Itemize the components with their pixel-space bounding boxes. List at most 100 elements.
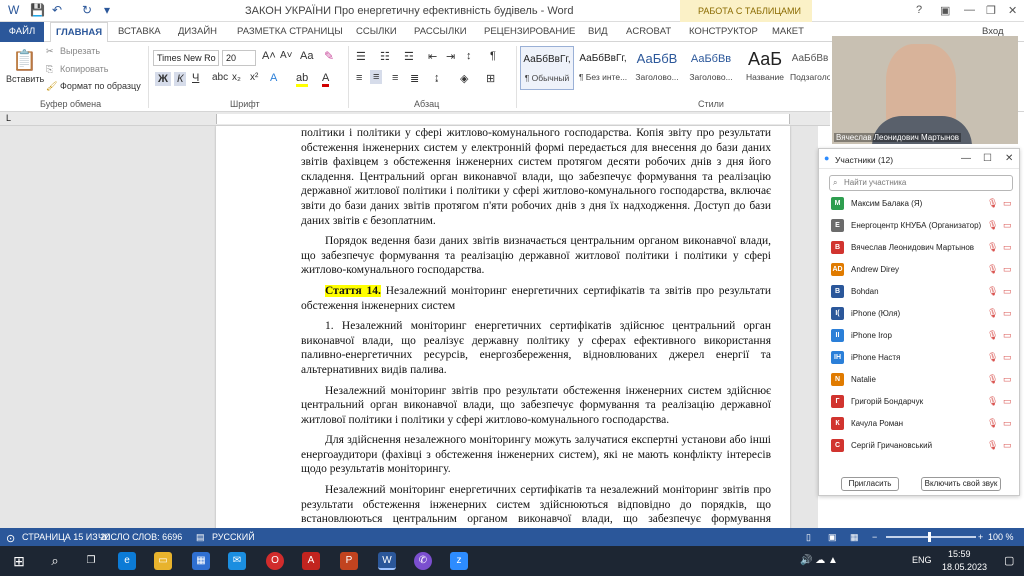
tab-design-table[interactable]: КОНСТРУКТОР: [689, 26, 758, 37]
edge-icon[interactable]: e: [118, 552, 136, 570]
paragraph[interactable]: Незалежний моніторинг енергетичних серти…: [301, 483, 771, 528]
powerpoint-icon[interactable]: P: [340, 552, 358, 570]
numbering-icon[interactable]: ☷: [380, 50, 390, 63]
document-body[interactable]: політики і політики у сфері житлово-кому…: [301, 126, 771, 528]
task-view-icon[interactable]: ❐: [82, 552, 100, 570]
participant-row[interactable]: IH iPhone Настя 🎙 ▭: [819, 347, 1019, 369]
viber-icon[interactable]: ✆: [414, 552, 432, 570]
search-icon[interactable]: ⌕: [46, 552, 64, 570]
help-icon[interactable]: ?: [916, 4, 922, 16]
paste-button[interactable]: Вставить: [6, 74, 44, 84]
tab-design[interactable]: ДИЗАЙН: [178, 26, 217, 37]
horizontal-ruler[interactable]: L: [0, 112, 830, 126]
justify-icon[interactable]: ≣: [410, 72, 419, 85]
highlight-icon[interactable]: ab: [296, 72, 309, 87]
word-taskbar-icon[interactable]: W: [378, 552, 396, 570]
clock-time[interactable]: 15:59: [948, 549, 971, 559]
store-icon[interactable]: ▦: [192, 552, 210, 570]
mail-icon[interactable]: ✉: [228, 552, 246, 570]
italic-icon[interactable]: К: [174, 72, 187, 86]
multilevel-list-icon[interactable]: ☲: [404, 50, 414, 63]
minimize-icon[interactable]: —: [964, 4, 975, 16]
style-heading-1[interactable]: АаБбВ Заголово...: [630, 46, 684, 90]
superscript-icon[interactable]: x²: [250, 72, 258, 83]
proofing-icon[interactable]: ▤: [196, 532, 205, 543]
paragraph[interactable]: політики і політики у сфері житлово-кому…: [301, 126, 771, 228]
customize-qa-icon[interactable]: ▾: [104, 3, 110, 17]
bullets-icon[interactable]: ☰: [356, 50, 366, 63]
participant-row[interactable]: I(iPhone (Юля) 🎙 ▭: [819, 303, 1019, 325]
paragraph[interactable]: Незалежний моніторинг звітів про результ…: [301, 384, 771, 428]
decrease-indent-icon[interactable]: ⇤: [428, 50, 437, 63]
invite-button[interactable]: Пригласить: [841, 477, 899, 491]
page-nav-icon[interactable]: ⊙: [6, 532, 15, 545]
notifications-icon[interactable]: ▢: [1004, 554, 1014, 567]
tab-layout[interactable]: РАЗМЕТКА СТРАНИЦЫ: [237, 26, 343, 37]
language[interactable]: РУССКИЙ: [212, 532, 255, 542]
word-count[interactable]: ЧИСЛО СЛОВ: 6696: [98, 532, 182, 542]
participant-row[interactable]: С Сергій Гричановський 🎙 ▭: [819, 435, 1019, 457]
zoom-taskbar-icon[interactable]: z: [450, 552, 468, 570]
tab-mailings[interactable]: РАССЫЛКИ: [414, 26, 467, 37]
underline-icon[interactable]: Ч: [192, 72, 199, 84]
participant-row[interactable]: II iPhone Irop 🎙 ▭: [819, 325, 1019, 347]
redo-icon[interactable]: ↻: [82, 3, 92, 17]
format-painter-icon[interactable]: 🖌: [46, 81, 57, 92]
tab-acrobat[interactable]: ACROBAT: [626, 26, 671, 37]
copy-icon[interactable]: ⎘: [46, 64, 53, 75]
copy-button[interactable]: Копировать: [60, 64, 108, 74]
clear-format-icon[interactable]: ✎: [324, 49, 334, 63]
font-name-combo[interactable]: Times New Ro: [153, 50, 219, 66]
participants-panel[interactable]: ● Участники (12) — ☐ ✕ ⌕ Найти участника…: [818, 148, 1020, 496]
undo-icon[interactable]: ↶: [52, 3, 62, 17]
acrobat-icon[interactable]: A: [302, 552, 320, 570]
opera-icon[interactable]: O: [266, 552, 284, 570]
participant-row[interactable]: Г Григорій Бондарчук 🎙 ▭: [819, 391, 1019, 413]
style-normal[interactable]: АаБбВвГг, ¶ Обычный: [520, 46, 574, 90]
participant-row[interactable]: B Bohdan 🎙 ▭: [819, 281, 1019, 303]
shading-icon[interactable]: ◈: [460, 72, 468, 85]
align-center-icon[interactable]: ≡: [370, 70, 383, 84]
zoom-level[interactable]: 100 %: [988, 532, 1014, 542]
web-layout-icon[interactable]: ▦: [850, 532, 859, 543]
participant-row[interactable]: М Максим Балака (Я) 🎙 ▭: [819, 193, 1019, 215]
cut-button[interactable]: Вырезать: [60, 46, 100, 56]
zoom-in-icon[interactable]: +: [978, 532, 983, 542]
show-marks-icon[interactable]: ¶: [490, 50, 496, 62]
borders-icon[interactable]: ⊞: [486, 72, 495, 85]
minimize-panel-icon[interactable]: —: [961, 153, 971, 164]
tab-view[interactable]: ВИД: [588, 26, 608, 37]
tab-selector-icon[interactable]: L: [6, 113, 11, 123]
paste-icon[interactable]: 📋: [12, 48, 37, 73]
maximize-panel-icon[interactable]: ☐: [983, 153, 992, 164]
input-language[interactable]: ENG: [912, 555, 932, 565]
close-icon[interactable]: ✕: [1008, 4, 1017, 17]
paragraph[interactable]: Для здійснення незалежного моніторингу м…: [301, 433, 771, 477]
zoom-slider[interactable]: [886, 532, 976, 542]
format-painter-button[interactable]: Формат по образцу: [60, 81, 141, 91]
document-canvas[interactable]: політики і політики у сфері житлово-кому…: [0, 126, 818, 528]
page-count[interactable]: СТРАНИЦА 15 ИЗ 20: [22, 532, 110, 542]
shrink-font-icon[interactable]: A˅: [280, 50, 293, 61]
font-size-combo[interactable]: 20: [222, 50, 256, 66]
increase-indent-icon[interactable]: ⇥: [446, 50, 455, 63]
align-right-icon[interactable]: ≡: [392, 72, 398, 84]
unmute-self-button[interactable]: Включить свой звук: [921, 477, 1001, 491]
tab-file[interactable]: ФАЙЛ: [0, 22, 44, 42]
line-spacing-icon[interactable]: ↨: [434, 72, 440, 84]
tab-review[interactable]: РЕЦЕНЗИРОВАНИЕ: [484, 26, 575, 37]
style-title[interactable]: АаБ Название: [738, 46, 792, 90]
clock-date[interactable]: 18.05.2023: [942, 562, 987, 572]
participant-row[interactable]: К Качула Роман 🎙 ▭: [819, 413, 1019, 435]
participant-row[interactable]: AD Andrew Direy 🎙 ▭: [819, 259, 1019, 281]
system-tray-icons[interactable]: 🔊 ☁ ▲: [800, 555, 838, 566]
zoom-out-icon[interactable]: −: [872, 532, 877, 542]
bold-icon[interactable]: Ж: [155, 72, 171, 86]
sort-icon[interactable]: ↕: [466, 50, 472, 62]
file-explorer-icon[interactable]: ▭: [154, 552, 172, 570]
save-icon[interactable]: 💾: [30, 3, 45, 17]
change-case-icon[interactable]: Aa: [300, 50, 313, 62]
grow-font-icon[interactable]: A˄: [262, 50, 276, 62]
print-layout-icon[interactable]: ▣: [828, 532, 837, 543]
tab-references[interactable]: ССЫЛКИ: [356, 26, 397, 37]
